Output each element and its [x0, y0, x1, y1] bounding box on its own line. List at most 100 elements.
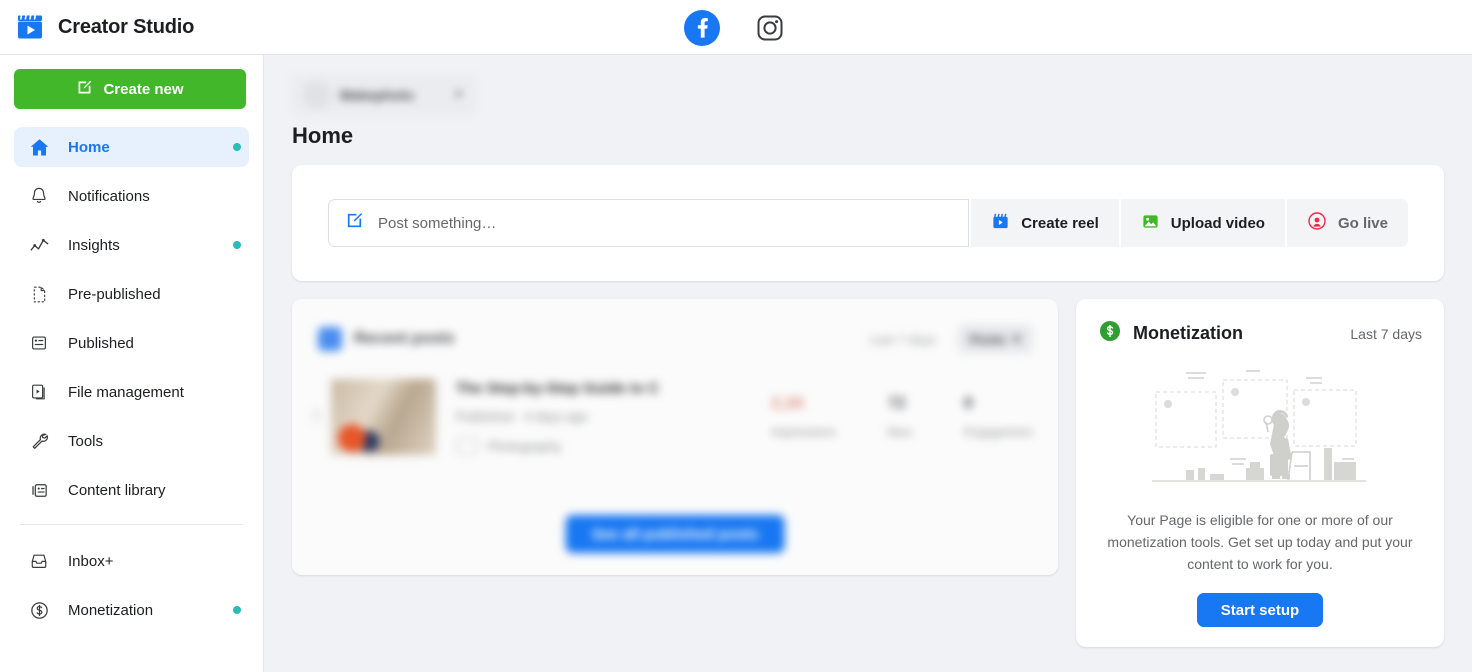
recent-posts-filter[interactable]: Posts ▾ [958, 325, 1032, 353]
post-input-placeholder: Post something… [378, 214, 497, 232]
recent-posts-card: Recent posts Last 7 days Posts ▾ ⠿ The S… [292, 299, 1058, 575]
badge-dot [233, 143, 241, 151]
sidebar-item-tools[interactable]: Tools [14, 421, 249, 461]
post-input[interactable]: Post something… [328, 199, 970, 247]
brand[interactable]: Creator Studio [0, 13, 194, 41]
badge-dot [233, 241, 241, 249]
sidebar-item-label: Inbox+ [68, 552, 114, 570]
reel-icon [991, 212, 1010, 235]
broadcast-icon [1307, 211, 1327, 235]
monetization-card: Monetization Last 7 days Your Page is el… [1075, 299, 1444, 647]
post-thumbnail [330, 379, 436, 455]
recent-posts-header: Recent posts Last 7 days Posts ▾ [292, 299, 1058, 353]
upload-video-label: Upload video [1170, 214, 1265, 232]
metric-engagement: 8 Engagement [964, 395, 1032, 439]
sidebar-item-label: Home [68, 138, 110, 156]
recent-posts-range: Last 7 days [869, 331, 937, 347]
page-selector[interactable]: Makephoto ▼ [292, 75, 476, 115]
page-title: Home [292, 123, 354, 148]
dashboard-row: Recent posts Last 7 days Posts ▾ ⠿ The S… [292, 299, 1444, 647]
metric-label: Impressions [771, 425, 836, 439]
monetization-header: Monetization Last 7 days [1098, 319, 1422, 348]
create-new-label: Create new [103, 80, 184, 98]
compose-icon [76, 79, 93, 100]
monetization-range: Last 7 days [1350, 325, 1422, 342]
chevron-down-icon: ▼ [453, 89, 464, 101]
image-icon [1141, 212, 1160, 235]
top-bar: Creator Studio [0, 0, 1472, 55]
bell-icon [28, 185, 50, 207]
sidebar-item-file-management[interactable]: File management [14, 372, 249, 412]
dollar-circle-icon [1098, 319, 1122, 348]
facebook-icon[interactable] [682, 8, 722, 48]
library-icon [28, 479, 50, 501]
create-reel-label: Create reel [1021, 214, 1099, 232]
sidebar-item-label: Pre-published [68, 285, 161, 303]
sidebar-item-home[interactable]: Home [14, 127, 249, 167]
post-tag: Photography [455, 438, 737, 454]
recent-posts-title: Recent posts [354, 330, 455, 347]
article-icon [28, 332, 50, 354]
media-files-icon [28, 381, 50, 403]
metric-value: 8 [963, 395, 973, 412]
sidebar-divider [20, 524, 243, 525]
sidebar-item-monetization[interactable]: Monetization [14, 590, 249, 630]
sidebar: Create new Home Notifications Insights P… [0, 55, 264, 672]
sidebar-item-label: Notifications [68, 187, 150, 205]
sidebar-item-notifications[interactable]: Notifications [14, 176, 249, 216]
sidebar-item-insights[interactable]: Insights [14, 225, 249, 265]
gallery-person-illustration [1146, 348, 1374, 495]
post-meta: The Step-by-Step Guide to C Published · … [455, 380, 737, 454]
start-setup-button[interactable]: Start setup [1196, 593, 1324, 627]
metric-label: likes [887, 425, 912, 439]
badge-dot [233, 606, 241, 614]
sidebar-item-inbox[interactable]: Inbox+ [14, 541, 249, 581]
sidebar-item-published[interactable]: Published [14, 323, 249, 363]
metric-impressions: 2,1K Impressions [771, 395, 836, 439]
sidebar-item-label: File management [68, 383, 184, 401]
post-subtitle: Published · 4 days ago [455, 409, 588, 424]
see-all-published-posts-button[interactable]: See all published posts [565, 515, 785, 553]
create-reel-button[interactable]: Create reel [971, 199, 1119, 247]
app-title: Creator Studio [58, 15, 195, 38]
drag-handle-icon[interactable]: ⠿ [306, 408, 327, 426]
wrench-icon [28, 430, 50, 452]
document-icon [28, 283, 50, 305]
chart-line-icon [28, 234, 50, 256]
go-live-button[interactable]: Go live [1286, 199, 1408, 247]
chevron-down-icon: ▾ [1013, 331, 1020, 346]
home-icon [28, 136, 50, 158]
create-new-button[interactable]: Create new [14, 69, 246, 109]
instagram-icon[interactable] [750, 8, 790, 48]
metric-likes: 72 likes [888, 395, 912, 439]
sidebar-item-label: Tools [68, 432, 104, 450]
tag-icon [455, 438, 478, 454]
monetization-title: Monetization [1132, 323, 1243, 343]
recent-posts-filter-label: Posts [970, 331, 1006, 347]
page-selector-name: Makephoto [340, 87, 414, 103]
go-live-label: Go live [1337, 214, 1388, 232]
recent-posts-icon [318, 327, 342, 351]
sidebar-nav-primary: Home Notifications Insights Pre-publishe… [14, 127, 249, 630]
dollar-circle-icon [28, 599, 50, 621]
post-tag-label: Photography [487, 438, 562, 454]
compose-icon [345, 211, 364, 235]
post-title: The Step-by-Step Guide to C [455, 380, 660, 397]
clapperboard-icon [16, 13, 44, 41]
sidebar-item-label: Content library [68, 481, 166, 499]
composer-card: Post something… Create reel Upload video… [292, 165, 1444, 281]
metric-value: 72 [887, 395, 906, 412]
sidebar-item-content-library[interactable]: Content library [14, 470, 249, 510]
avatar [304, 82, 330, 108]
metric-label: Engagement [963, 425, 1032, 439]
sidebar-item-pre-published[interactable]: Pre-published [14, 274, 249, 314]
sidebar-item-label: Monetization [68, 601, 154, 619]
post-list-item[interactable]: ⠿ The Step-by-Step Guide to C Published … [292, 353, 1058, 455]
inbox-icon [28, 550, 50, 572]
metric-value: 2,1K [771, 395, 805, 412]
main-content: Makephoto ▼ Home Post something… Create … [264, 55, 1472, 672]
upload-video-button[interactable]: Upload video [1120, 199, 1285, 247]
monetization-description: Your Page is eligible for one or more of… [1107, 512, 1413, 572]
sidebar-item-label: Published [68, 334, 134, 352]
post-metrics: 2,1K Impressions 72 likes 8 Engagement [771, 395, 1032, 439]
